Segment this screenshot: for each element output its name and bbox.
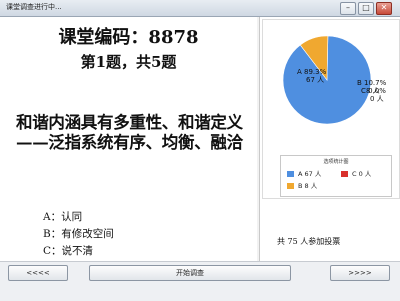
legend-item-a: A 67 人 [287, 168, 321, 178]
pie-chart: A 89.3%67 人B 10.7%8 人C 0.0%0 人 [282, 35, 387, 125]
course-code: 课堂编码：8878 [58, 27, 199, 48]
legend-swatch-c [341, 171, 348, 177]
slice-label-a: A 89.3% [297, 68, 327, 76]
legend-title: 选项统计图 [323, 159, 349, 165]
slice-count-c: 0 人 [370, 95, 384, 103]
slice-label-b: B 10.7% [357, 79, 387, 87]
slice-count-a: 67 人 [306, 76, 324, 84]
option-b: B：有修改空间 [43, 228, 114, 240]
previous-question-button[interactable]: <<<< [8, 265, 68, 281]
chart-legend: 选项统计图 A 67 人 C 0 人 B 8 人 [280, 155, 392, 197]
start-survey-button[interactable]: 开始调查 [89, 265, 291, 281]
results-chart: A 89.3% 67 人B 10.7% 8 人C 0.0% 0 人 选项统计图 A 6… [262, 19, 400, 199]
next-question-button[interactable]: >>>> [330, 265, 390, 281]
vote-total: 共 75 人参加投票 [277, 237, 341, 246]
question-progress: 第1题，共5题 [80, 53, 177, 71]
legend-item-b: B 8 人 [287, 180, 317, 190]
results-panel: A 89.3% 67 人B 10.7% 8 人C 0.0% 0 人 选项统计图 A 6… [259, 17, 400, 261]
navigation-bar: <<<< 开始调查 >>>> [0, 261, 400, 301]
title-bar: 课堂调查进行中... – □ ✕ [0, 0, 400, 17]
option-a: A：认同 [43, 211, 83, 223]
close-button[interactable]: ✕ [376, 2, 392, 15]
window-title: 课堂调查进行中... [6, 3, 62, 11]
survey-window: 课堂调查进行中... – □ ✕ 课堂编码：8878 第1题，共5题 和谐内涵具… [0, 0, 400, 301]
question-text: 和谐内涵具有多重性、和谐定义——泛指系统有序、均衡、融洽 [16, 113, 243, 152]
slice-label-c: C 0.0% [361, 87, 386, 95]
legend-item-c: C 0 人 [341, 168, 371, 178]
option-c: C：说不清 [43, 245, 94, 257]
legend-swatch-b [287, 183, 294, 189]
minimize-button[interactable]: – [340, 2, 356, 15]
maximize-button[interactable]: □ [358, 2, 374, 15]
legend-swatch-a [287, 171, 294, 177]
question-panel: 课堂编码：8878 第1题，共5题 和谐内涵具有多重性、和谐定义——泛指系统有序… [0, 17, 257, 261]
